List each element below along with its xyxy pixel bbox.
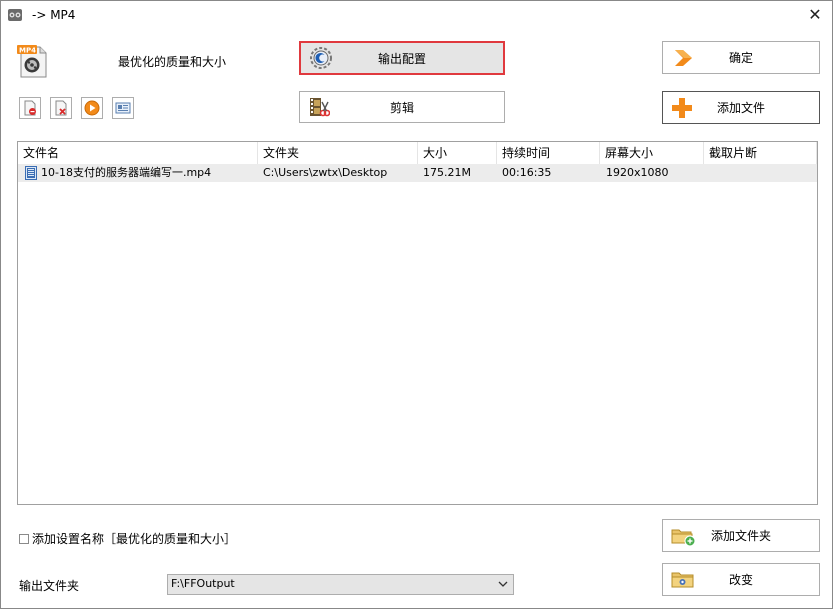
column-header-filename[interactable]: 文件名 bbox=[18, 142, 258, 164]
video-file-icon bbox=[25, 166, 37, 180]
title-bar: -> MP4 ✕ bbox=[1, 1, 832, 31]
output-config-button[interactable]: 输出配置 bbox=[299, 41, 505, 75]
media-info-button[interactable] bbox=[112, 97, 134, 119]
clear-list-button[interactable] bbox=[50, 97, 72, 119]
folder-icon bbox=[671, 572, 694, 587]
preset-label: 最优化的质量和大小 bbox=[118, 55, 227, 69]
cell-folder: C:\Users\zwtx\Desktop bbox=[263, 166, 388, 179]
output-folder-label: 输出文件夹 bbox=[19, 579, 80, 593]
close-button[interactable]: ✕ bbox=[804, 5, 826, 25]
column-header-clip[interactable]: 截取片断 bbox=[704, 142, 817, 164]
cell-duration: 00:16:35 bbox=[502, 166, 552, 179]
cell-size: 175.21M bbox=[423, 166, 471, 179]
info-icon bbox=[115, 102, 131, 114]
add-file-button[interactable]: 添加文件 bbox=[662, 91, 820, 124]
close-icon: ✕ bbox=[808, 5, 822, 24]
output-folder-value: F:\FFOutput bbox=[171, 577, 235, 590]
ok-label: 确定 bbox=[728, 51, 753, 65]
clear-list-icon bbox=[55, 100, 67, 116]
table-row[interactable]: 10-18支付的服务器端编写一.mp4 C:\Users\zwtx\Deskto… bbox=[18, 164, 817, 182]
output-config-label: 输出配置 bbox=[377, 51, 426, 66]
edit-label: 剪辑 bbox=[389, 100, 414, 115]
mp4-file-icon: MP4 bbox=[17, 45, 47, 78]
cell-clip bbox=[709, 164, 817, 182]
ok-button[interactable]: 确定 bbox=[662, 41, 820, 74]
window-title: -> MP4 bbox=[32, 8, 76, 22]
add-setting-name-option[interactable]: 添加设置名称［最优化的质量和大小］ bbox=[19, 530, 236, 547]
add-setting-name-checkbox[interactable] bbox=[19, 533, 29, 544]
arrow-right-icon bbox=[675, 49, 692, 66]
cell-filename: 10-18支付的服务器端编写一.mp4 bbox=[41, 166, 212, 179]
remove-file-button[interactable] bbox=[19, 97, 41, 119]
column-header-size[interactable]: 大小 bbox=[418, 142, 497, 164]
film-scissors-icon bbox=[310, 98, 330, 117]
change-label: 改变 bbox=[728, 573, 753, 587]
add-folder-label: 添加文件夹 bbox=[710, 529, 771, 543]
settings-gear-icon bbox=[310, 47, 332, 69]
add-folder-button[interactable]: 添加文件夹 bbox=[662, 519, 820, 552]
edit-button[interactable]: 剪辑 bbox=[299, 91, 505, 123]
output-folder-select[interactable]: F:\FFOutput bbox=[167, 574, 514, 595]
converter-window: -> MP4 ✕ MP4 最优化的质量和大小 输出配置 剪辑 确定 添加文件 文… bbox=[0, 0, 833, 609]
remove-file-icon bbox=[24, 100, 36, 116]
column-header-resolution[interactable]: 屏幕大小 bbox=[600, 142, 704, 164]
file-list[interactable]: 文件名 文件夹 大小 持续时间 屏幕大小 截取片断 10-18支付的服务器端编写… bbox=[17, 141, 818, 505]
add-folder-icon bbox=[671, 529, 696, 546]
add-file-label: 添加文件 bbox=[716, 101, 765, 115]
play-button[interactable] bbox=[81, 97, 103, 119]
column-header-duration[interactable]: 持续时间 bbox=[497, 142, 600, 164]
column-header-folder[interactable]: 文件夹 bbox=[258, 142, 418, 164]
file-list-header: 文件名 文件夹 大小 持续时间 屏幕大小 截取片断 bbox=[18, 142, 817, 165]
plus-icon bbox=[672, 97, 692, 118]
format-factory-icon bbox=[8, 9, 22, 21]
svg-text:MP4: MP4 bbox=[19, 47, 36, 55]
play-icon bbox=[84, 100, 100, 116]
chevron-down-icon bbox=[498, 581, 508, 587]
add-setting-name-label: 添加设置名称［最优化的质量和大小］ bbox=[32, 532, 237, 546]
change-button[interactable]: 改变 bbox=[662, 563, 820, 596]
cell-resolution: 1920x1080 bbox=[606, 166, 669, 179]
